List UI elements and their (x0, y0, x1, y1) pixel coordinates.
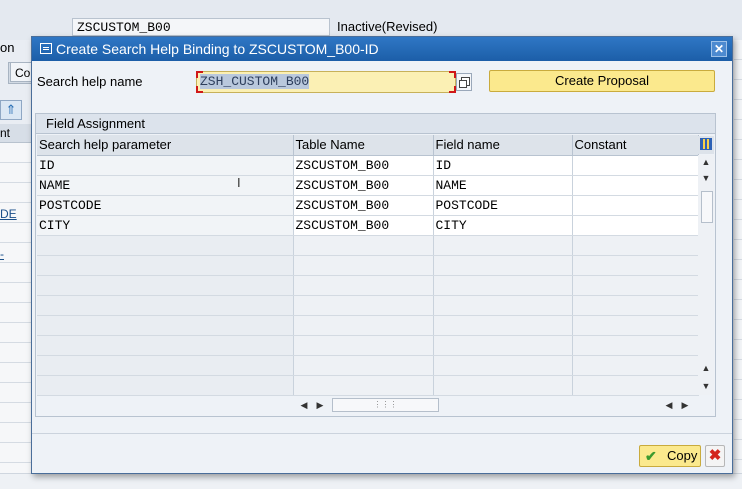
background-status-text: Inactive(Revised) (337, 19, 438, 34)
background-table-name-field: ZSCUSTOM_B00 (72, 18, 330, 36)
scroll-down-icon[interactable]: ▼ (698, 171, 714, 185)
background-link[interactable]: - (0, 247, 4, 261)
column-header-field-name[interactable]: Field name (433, 135, 573, 156)
empty-row[interactable] (37, 375, 699, 396)
close-icon[interactable]: ✕ (711, 41, 727, 57)
scroll-thumb[interactable]: ⋮⋮⋮ (332, 398, 439, 412)
footer-divider (32, 433, 732, 434)
value-help-icon[interactable] (456, 73, 472, 91)
search-help-name-label: Search help name (37, 74, 143, 89)
table-header-row: Search help parameter Table Name Field n… (37, 135, 699, 156)
empty-row[interactable] (37, 335, 699, 356)
scroll-left-icon[interactable]: ◀ (299, 396, 309, 414)
checkmark-icon: ✔ (645, 448, 657, 464)
scroll-down-icon[interactable]: ▼ (698, 379, 714, 393)
cell-constant[interactable] (572, 195, 699, 216)
vertical-scrollbar[interactable]: ▲ ▼ ▲ ▼ (698, 155, 714, 395)
table-row[interactable]: ID ZSCUSTOM_B00 ID (37, 155, 699, 176)
dialog-window-icon (40, 43, 52, 54)
cell-constant[interactable] (572, 155, 699, 176)
cell-field-name[interactable]: CITY (433, 215, 573, 236)
empty-row[interactable] (37, 275, 699, 296)
cell-table-name[interactable]: ZSCUSTOM_B00 (293, 195, 434, 216)
cell-parameter: CITY (37, 215, 294, 236)
scroll-left-icon[interactable]: ◀ (664, 396, 674, 414)
scroll-up-icon[interactable]: ▲ (698, 361, 714, 375)
copy-button[interactable]: ✔ Copy (639, 445, 701, 467)
cell-parameter: ID (37, 155, 294, 176)
cell-table-name[interactable]: ZSCUSTOM_B00 (293, 175, 434, 196)
dialog-title: Create Search Help Binding to ZSCUSTOM_B… (56, 41, 379, 57)
cell-field-name[interactable]: NAME (433, 175, 573, 196)
empty-row[interactable] (37, 255, 699, 276)
background-link[interactable]: DE (0, 207, 17, 221)
background-label: on (0, 40, 15, 55)
empty-row[interactable] (37, 235, 699, 256)
empty-row[interactable] (37, 315, 699, 336)
search-help-name-value: ZSH_CUSTOM_B00 (200, 74, 310, 89)
cell-parameter: POSTCODE (37, 195, 294, 216)
cancel-icon[interactable]: ✖ (705, 445, 725, 467)
background-grid-right (734, 40, 742, 488)
column-settings-icon[interactable] (698, 136, 714, 154)
cell-constant[interactable] (572, 175, 699, 196)
scroll-right-icon[interactable]: ▶ (680, 396, 690, 414)
cell-table-name[interactable]: ZSCUSTOM_B00 (293, 155, 434, 176)
table-row[interactable]: NAME ZSCUSTOM_B00 NAME (37, 175, 699, 196)
scroll-right-icon[interactable]: ▶ (315, 396, 325, 414)
empty-row[interactable] (37, 295, 699, 316)
background-grid-header: nt (0, 124, 32, 143)
horizontal-scrollbar[interactable]: ◀ ▶ ⋮⋮⋮ ◀ ▶ (291, 396, 698, 414)
cell-table-name[interactable]: ZSCUSTOM_B00 (293, 215, 434, 236)
cell-constant[interactable] (572, 215, 699, 236)
background-toolbar-button[interactable]: ⇑ (0, 100, 22, 120)
field-assignment-group: Field Assignment Search help parameter T… (35, 113, 716, 417)
field-assignment-title: Field Assignment (36, 114, 715, 134)
background-bottom-area (0, 473, 742, 489)
cell-field-name[interactable]: ID (433, 155, 573, 176)
field-assignment-table: Search help parameter Table Name Field n… (37, 135, 699, 396)
column-header-constant[interactable]: Constant (572, 135, 699, 156)
create-proposal-button[interactable]: Create Proposal (489, 70, 715, 92)
dialog-titlebar[interactable]: Create Search Help Binding to ZSCUSTOM_B… (32, 37, 732, 61)
column-header-search-help-parameter[interactable]: Search help parameter (37, 135, 294, 156)
scroll-up-icon[interactable]: ▲ (698, 155, 714, 169)
cell-parameter: NAME (37, 175, 294, 196)
scroll-thumb[interactable] (701, 191, 713, 223)
cell-field-name[interactable]: POSTCODE (433, 195, 573, 216)
search-help-name-input[interactable]: ZSH_CUSTOM_B00 (196, 71, 456, 93)
empty-row[interactable] (37, 355, 699, 376)
background-grid-rows (0, 143, 32, 473)
search-help-binding-dialog: Create Search Help Binding to ZSCUSTOM_B… (31, 36, 733, 474)
table-row[interactable]: POSTCODE ZSCUSTOM_B00 POSTCODE (37, 195, 699, 216)
column-header-table-name[interactable]: Table Name (293, 135, 434, 156)
table-row[interactable]: CITY ZSCUSTOM_B00 CITY (37, 215, 699, 236)
copy-button-label: Copy (667, 448, 698, 463)
text-cursor-icon: I (237, 175, 241, 190)
